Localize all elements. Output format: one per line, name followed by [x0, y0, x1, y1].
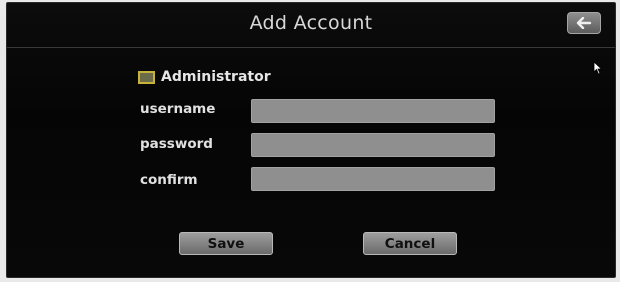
- confirm-input[interactable]: [251, 167, 495, 191]
- administrator-label: Administrator: [161, 69, 271, 85]
- password-label: password: [140, 136, 213, 152]
- password-input[interactable]: [251, 133, 495, 157]
- save-button[interactable]: Save: [179, 232, 273, 255]
- add-account-screen: Add Account Administrator username passw…: [6, 2, 616, 278]
- page-title: Add Account: [249, 12, 373, 34]
- header-divider: [7, 47, 615, 48]
- title-bar: Add Account: [7, 3, 615, 47]
- mouse-cursor-icon: [593, 60, 603, 75]
- back-button[interactable]: [567, 12, 601, 34]
- username-label: username: [140, 101, 216, 117]
- username-input[interactable]: [251, 99, 495, 123]
- arrow-left-icon: [576, 17, 592, 29]
- confirm-label: confirm: [140, 172, 198, 188]
- cancel-button[interactable]: Cancel: [363, 232, 457, 255]
- administrator-checkbox[interactable]: [138, 70, 155, 84]
- administrator-option[interactable]: Administrator: [138, 67, 271, 87]
